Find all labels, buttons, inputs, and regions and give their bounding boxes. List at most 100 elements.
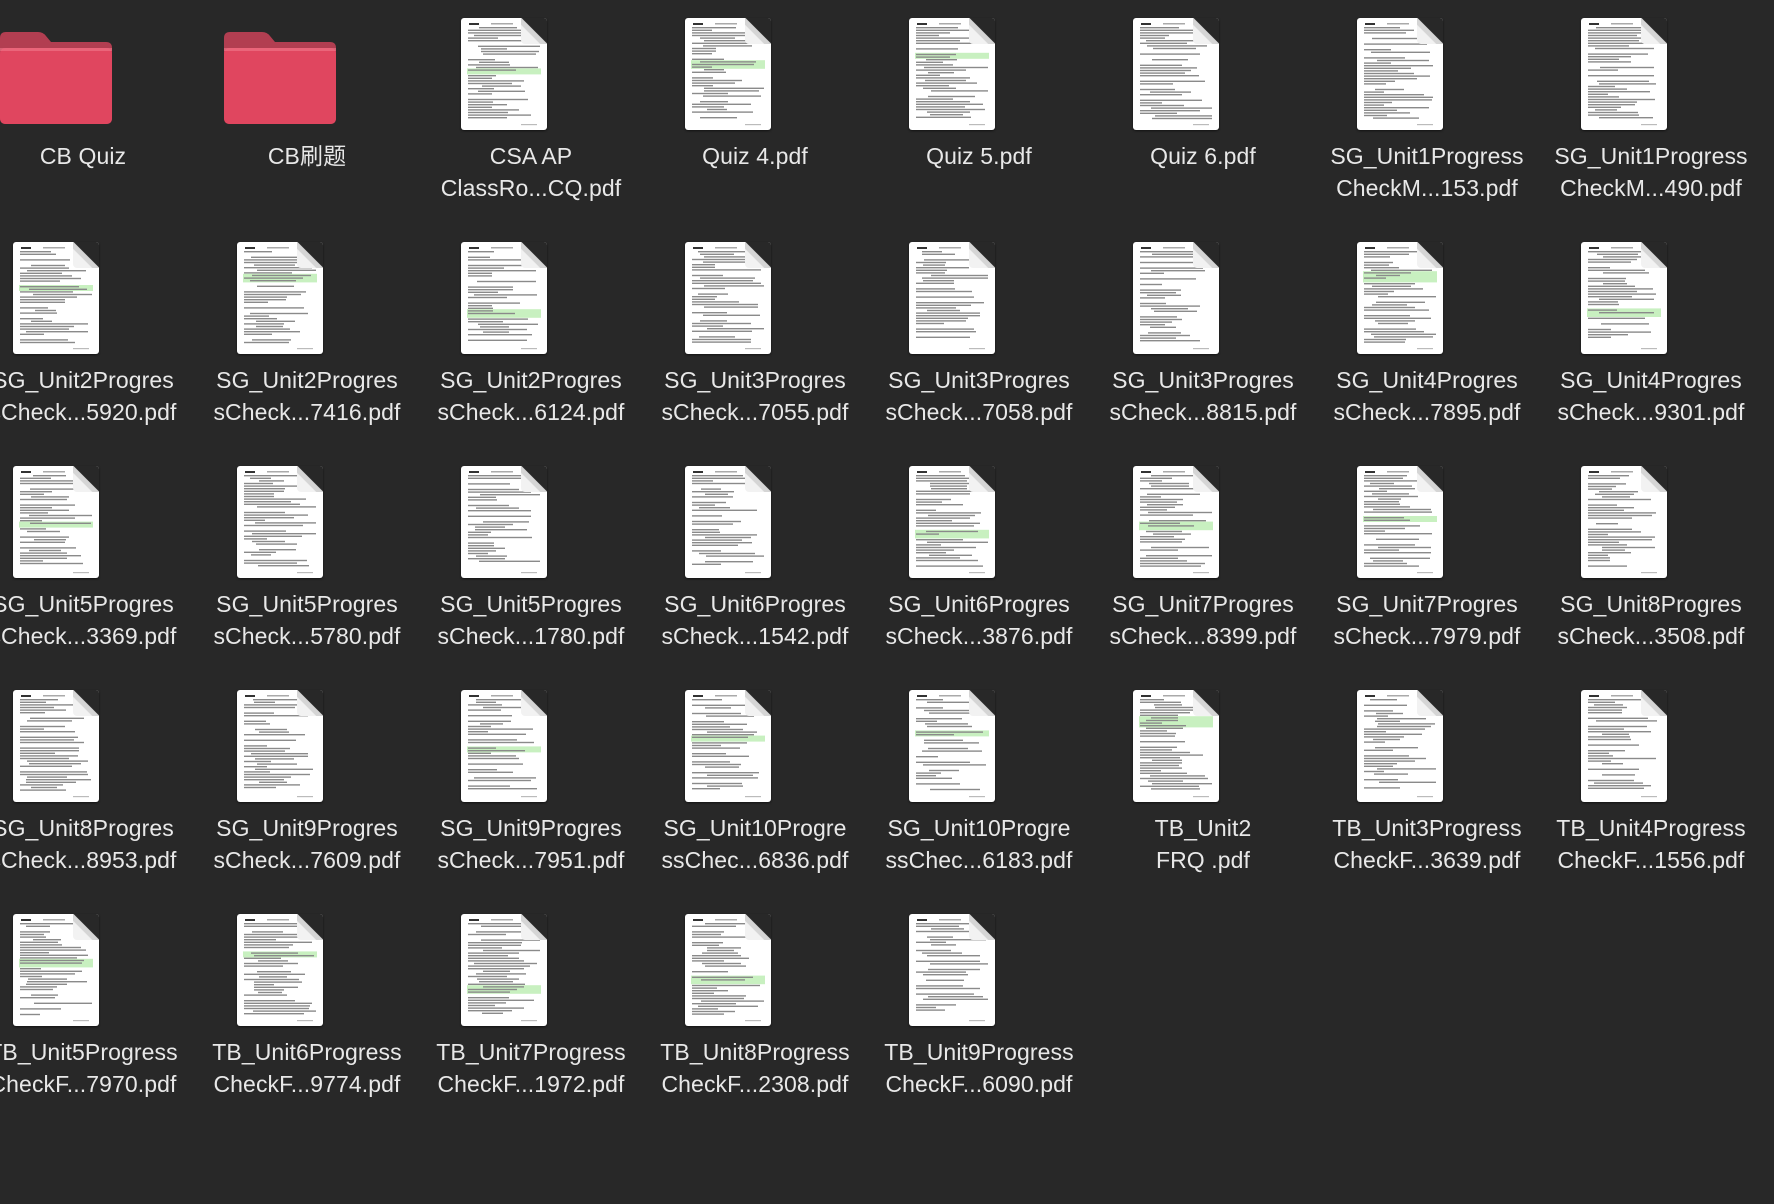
file-name-line-1: CSA AP — [489, 143, 573, 169]
icon-container — [1324, 12, 1530, 132]
file-name-label: SG_Unit7Progres sCheck...7979.pdf — [1324, 588, 1530, 652]
file-name-line-1: SG_Unit10Progre — [887, 815, 1071, 841]
folder-item[interactable]: CB Quiz — [0, 4, 186, 228]
file-name-label: CB Quiz — [0, 140, 186, 172]
pdf-file-item[interactable]: TB_Unit4Progress CheckF...1556.pdf — [1548, 676, 1754, 900]
file-name-line-1: Quiz 5.pdf — [926, 143, 1032, 169]
pdf-file-item[interactable]: SG_Unit1Progress CheckM...490.pdf — [1548, 4, 1754, 228]
pdf-file-item[interactable]: SG_Unit6Progres sCheck...1542.pdf — [652, 452, 858, 676]
file-name-label: SG_Unit5Progres sCheck...3369.pdf — [0, 588, 186, 652]
pdf-file-item[interactable]: TB_Unit9Progress CheckF...6090.pdf — [876, 900, 1082, 1124]
pdf-file-item[interactable]: SG_Unit5Progres sCheck...1780.pdf — [428, 452, 634, 676]
pdf-file-item[interactable]: SG_Unit5Progres sCheck...5780.pdf — [204, 452, 410, 676]
file-name-label: SG_Unit9Progres sCheck...7609.pdf — [204, 812, 410, 876]
file-name-label: SG_Unit2Progres sCheck...6124.pdf — [428, 364, 634, 428]
pdf-file-item[interactable]: Quiz 5.pdf — [876, 4, 1082, 228]
file-name-label: TB_Unit3Progress CheckF...3639.pdf — [1324, 812, 1530, 876]
pdf-document-icon — [685, 690, 771, 802]
pdf-file-item[interactable]: Quiz 6.pdf — [1100, 4, 1306, 228]
icon-container — [876, 12, 1082, 132]
icon-container — [1100, 684, 1306, 804]
pdf-file-item[interactable]: SG_Unit3Progres sCheck...8815.pdf — [1100, 228, 1306, 452]
pdf-file-item[interactable]: SG_Unit1Progress CheckM...153.pdf — [1324, 4, 1530, 228]
folder-icon — [0, 28, 116, 126]
file-name-line-1: CB Quiz — [39, 143, 127, 169]
file-name-line-1: SG_Unit5Progres — [440, 591, 622, 617]
pdf-document-icon — [1133, 18, 1219, 130]
file-name-line-2: CheckF...9774.pdf — [213, 1071, 401, 1097]
pdf-file-item[interactable]: TB_Unit5Progress CheckF...7970.pdf — [0, 900, 186, 1124]
file-name-label: Quiz 5.pdf — [876, 140, 1082, 172]
file-name-label: TB_Unit8Progress CheckF...2308.pdf — [652, 1036, 858, 1100]
file-name-line-2: CheckF...1972.pdf — [437, 1071, 625, 1097]
pdf-file-item[interactable]: SG_Unit4Progres sCheck...7895.pdf — [1324, 228, 1530, 452]
file-name-label: SG_Unit6Progres sCheck...1542.pdf — [652, 588, 858, 652]
file-name-line-1: TB_Unit2 — [1154, 815, 1252, 841]
pdf-document-icon — [13, 914, 99, 1026]
pdf-document-icon — [13, 690, 99, 802]
pdf-document-icon — [909, 242, 995, 354]
icon-container — [652, 12, 858, 132]
pdf-file-item[interactable]: Quiz 4.pdf — [652, 4, 858, 228]
pdf-file-item[interactable]: TB_Unit6Progress CheckF...9774.pdf — [204, 900, 410, 1124]
pdf-document-icon — [1581, 242, 1667, 354]
pdf-document-icon — [1581, 18, 1667, 130]
pdf-document-icon — [461, 242, 547, 354]
file-name-label: SG_Unit8Progres sCheck...8953.pdf — [0, 812, 186, 876]
pdf-file-item[interactable]: SG_Unit7Progres sCheck...8399.pdf — [1100, 452, 1306, 676]
icon-container — [0, 684, 186, 804]
pdf-file-item[interactable]: SG_Unit9Progres sCheck...7951.pdf — [428, 676, 634, 900]
pdf-file-item[interactable]: SG_Unit4Progres sCheck...9301.pdf — [1548, 228, 1754, 452]
icon-container — [1100, 460, 1306, 580]
file-name-line-1: Quiz 6.pdf — [1150, 143, 1256, 169]
icon-container — [428, 460, 634, 580]
pdf-document-icon — [461, 466, 547, 578]
file-name-line-2: sCheck...7055.pdf — [661, 399, 849, 425]
file-name-label: SG_Unit2Progres sCheck...7416.pdf — [204, 364, 410, 428]
pdf-file-item[interactable]: SG_Unit10Progre ssChec...6836.pdf — [652, 676, 858, 900]
pdf-file-item[interactable]: SG_Unit2Progres sCheck...7416.pdf — [204, 228, 410, 452]
file-name-line-2: sCheck...6124.pdf — [437, 399, 625, 425]
icon-container — [1548, 460, 1754, 580]
pdf-file-item[interactable]: SG_Unit9Progres sCheck...7609.pdf — [204, 676, 410, 900]
icon-container — [1100, 12, 1306, 132]
pdf-file-item[interactable]: SG_Unit7Progres sCheck...7979.pdf — [1324, 452, 1530, 676]
pdf-document-icon — [685, 242, 771, 354]
pdf-file-item[interactable]: SG_Unit5Progres sCheck...3369.pdf — [0, 452, 186, 676]
file-name-label: SG_Unit1Progress CheckM...153.pdf — [1324, 140, 1530, 204]
pdf-file-item[interactable]: SG_Unit6Progres sCheck...3876.pdf — [876, 452, 1082, 676]
icon-container — [428, 12, 634, 132]
pdf-file-item[interactable]: TB_Unit7Progress CheckF...1972.pdf — [428, 900, 634, 1124]
icon-container — [428, 908, 634, 1028]
icon-container — [0, 12, 186, 132]
file-name-label: SG_Unit1Progress CheckM...490.pdf — [1548, 140, 1754, 204]
pdf-file-item[interactable]: SG_Unit3Progres sCheck...7058.pdf — [876, 228, 1082, 452]
pdf-file-item[interactable]: SG_Unit8Progres sCheck...3508.pdf — [1548, 452, 1754, 676]
file-name-label: SG_Unit9Progres sCheck...7951.pdf — [428, 812, 634, 876]
pdf-file-item[interactable]: SG_Unit2Progres sCheck...5920.pdf — [0, 228, 186, 452]
folder-item[interactable]: CB刷题 — [204, 4, 410, 228]
file-name-line-1: SG_Unit2Progres — [440, 367, 622, 393]
icon-container — [876, 908, 1082, 1028]
file-name-line-1: SG_Unit7Progres — [1112, 591, 1294, 617]
file-name-label: SG_Unit10Progre ssChec...6836.pdf — [652, 812, 858, 876]
file-name-line-1: SG_Unit6Progres — [664, 591, 846, 617]
icon-container — [204, 236, 410, 356]
pdf-file-item[interactable]: CSA AP ClassRo...CQ.pdf — [428, 4, 634, 228]
file-name-line-1: SG_Unit6Progres — [888, 591, 1070, 617]
pdf-file-item[interactable]: TB_Unit8Progress CheckF...2308.pdf — [652, 900, 858, 1124]
pdf-file-item[interactable]: SG_Unit3Progres sCheck...7055.pdf — [652, 228, 858, 452]
file-name-label: SG_Unit5Progres sCheck...1780.pdf — [428, 588, 634, 652]
file-name-line-2: sCheck...7979.pdf — [1333, 623, 1521, 649]
pdf-document-icon — [237, 242, 323, 354]
pdf-file-item[interactable]: SG_Unit8Progres sCheck...8953.pdf — [0, 676, 186, 900]
pdf-file-item[interactable]: TB_Unit3Progress CheckF...3639.pdf — [1324, 676, 1530, 900]
file-name-line-2: sCheck...1780.pdf — [437, 623, 625, 649]
icon-container — [0, 460, 186, 580]
pdf-document-icon — [685, 914, 771, 1026]
file-name-line-1: SG_Unit8Progres — [0, 815, 174, 841]
pdf-file-item[interactable]: SG_Unit2Progres sCheck...6124.pdf — [428, 228, 634, 452]
pdf-file-item[interactable]: SG_Unit10Progre ssChec...6183.pdf — [876, 676, 1082, 900]
pdf-file-item[interactable]: TB_Unit2 FRQ .pdf — [1100, 676, 1306, 900]
file-name-line-2: sCheck...8815.pdf — [1109, 399, 1297, 425]
